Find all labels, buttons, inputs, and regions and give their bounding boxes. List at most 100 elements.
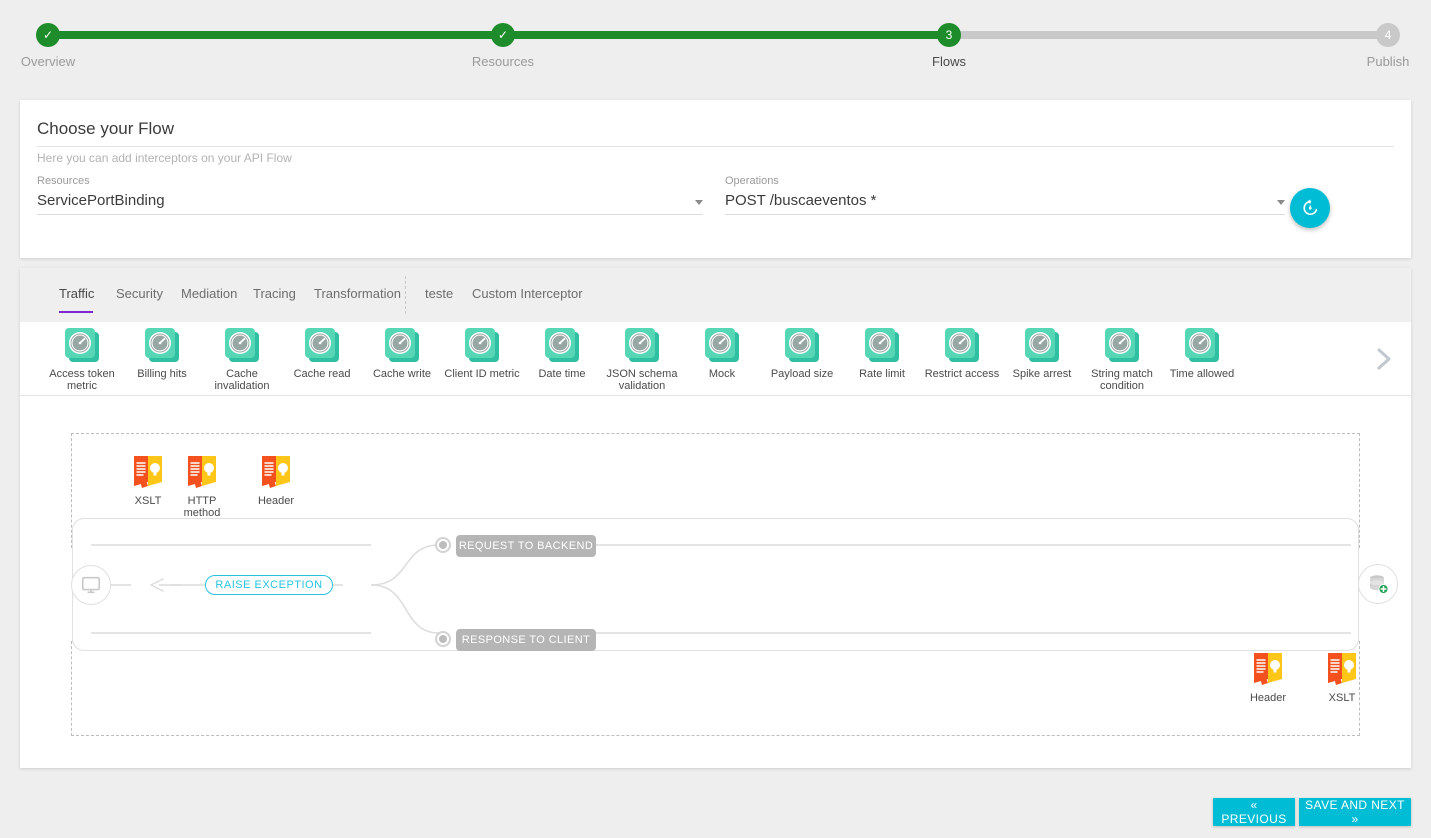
tab-mediation[interactable]: Mediation xyxy=(181,286,237,301)
tab-active-underline xyxy=(59,311,93,313)
gauge-icon xyxy=(145,328,179,362)
palette-item-label: Rate limit xyxy=(838,368,926,380)
interceptor-card: Traffic Security Mediation Tracing Trans… xyxy=(20,268,1411,768)
stepper-node-flows[interactable]: 3 xyxy=(937,23,961,47)
palette-item-label: Mock xyxy=(678,368,766,380)
palette-item-json-schema-validation[interactable]: JSON schema validation xyxy=(598,328,686,392)
palette-item-mock[interactable]: Mock xyxy=(678,328,766,380)
palette-item-label: Billing hits xyxy=(118,368,206,380)
palette-item-rate-limit[interactable]: Rate limit xyxy=(838,328,926,380)
stepper-label-overview: Overview xyxy=(0,54,128,69)
refresh-button[interactable] xyxy=(1290,188,1330,228)
gauge-icon xyxy=(1025,328,1059,362)
gauge-icon xyxy=(545,328,579,362)
resources-select-label: Resources xyxy=(37,175,703,187)
palette-item-access-token-metric[interactable]: Access token metric xyxy=(38,328,126,392)
palette-item-string-match-condition[interactable]: String match condition xyxy=(1078,328,1166,392)
backend-endpoint[interactable] xyxy=(1358,564,1398,604)
monitor-icon xyxy=(80,574,102,596)
tab-custom-interceptor[interactable]: Custom Interceptor xyxy=(472,286,583,301)
stepper-node-resources[interactable]: ✓ xyxy=(491,23,515,47)
gauge-icon xyxy=(65,328,99,362)
response-flow-marker[interactable] xyxy=(435,631,451,647)
canvas-node-http-method-request[interactable]: HTTP method xyxy=(170,454,234,519)
save-and-next-button[interactable]: SAVE AND NEXT » xyxy=(1299,798,1411,826)
palette-item-restrict-access[interactable]: Restrict access xyxy=(918,328,1006,380)
palette-item-label: JSON schema validation xyxy=(598,368,686,392)
document-bulb-icon xyxy=(1323,651,1361,685)
palette-item-date-time[interactable]: Date time xyxy=(518,328,606,380)
palette-item-cache-write[interactable]: Cache write xyxy=(358,328,446,380)
canvas-node-label: Header xyxy=(1236,692,1300,704)
page-title: Choose your Flow xyxy=(37,119,174,139)
stepper-node-publish[interactable]: 4 xyxy=(1376,23,1400,47)
resources-select[interactable]: Resources ServicePortBinding xyxy=(37,175,703,215)
stepper-label-publish: Publish xyxy=(1308,54,1431,69)
tab-teste[interactable]: teste xyxy=(425,286,453,301)
palette-item-payload-size[interactable]: Payload size xyxy=(758,328,846,380)
response-to-client-pill[interactable]: RESPONSE TO CLIENT xyxy=(456,629,596,651)
page-subtitle: Here you can add interceptors on your AP… xyxy=(37,151,292,165)
tab-traffic[interactable]: Traffic xyxy=(59,286,94,301)
previous-button[interactable]: « PREVIOUS xyxy=(1213,798,1295,826)
flow-canvas: XSLT HTTP xyxy=(71,433,1360,736)
document-bulb-icon xyxy=(257,454,295,488)
request-flow-marker[interactable] xyxy=(435,537,451,553)
palette-item-spike-arrest[interactable]: Spike arrest xyxy=(998,328,1086,380)
palette-item-label: Client ID metric xyxy=(438,368,526,380)
palette-item-label: Spike arrest xyxy=(998,368,1086,380)
raise-exception-pill[interactable]: RAISE EXCEPTION xyxy=(205,575,333,595)
canvas-node-xslt-response[interactable]: XSLT xyxy=(1310,651,1374,704)
stepper-node-overview[interactable]: ✓ xyxy=(36,23,60,47)
interceptor-tabs: Traffic Security Mediation Tracing Trans… xyxy=(20,268,1411,322)
palette-item-label: Access token metric xyxy=(38,368,126,392)
palette-item-time-allowed[interactable]: Time allowed xyxy=(1158,328,1246,380)
canvas-node-header-request[interactable]: Header xyxy=(244,454,308,507)
stepper-label-flows: Flows xyxy=(869,54,1029,69)
palette-item-label: Time allowed xyxy=(1158,368,1246,380)
document-bulb-icon xyxy=(183,454,221,488)
gauge-icon xyxy=(865,328,899,362)
tab-transformation[interactable]: Transformation xyxy=(314,286,401,301)
stepper-track-2 xyxy=(503,31,949,39)
gauge-icon xyxy=(785,328,819,362)
operations-select-label: Operations xyxy=(725,175,1285,187)
palette-item-client-id-metric[interactable]: Client ID metric xyxy=(438,328,526,380)
tab-security[interactable]: Security xyxy=(116,286,163,301)
canvas-node-label: Header xyxy=(244,495,308,507)
gauge-icon xyxy=(385,328,419,362)
tab-tracing[interactable]: Tracing xyxy=(253,286,296,301)
stepper-label-resources: Resources xyxy=(423,54,583,69)
gauge-icon xyxy=(1185,328,1219,362)
palette-item-billing-hits[interactable]: Billing hits xyxy=(118,328,206,380)
palette-next-button[interactable] xyxy=(1371,344,1397,374)
palette-item-cache-invalidation[interactable]: Cache invalidation xyxy=(198,328,286,392)
operations-select[interactable]: Operations POST /buscaeventos * xyxy=(725,175,1285,215)
resources-select-value: ServicePortBinding xyxy=(37,192,165,209)
document-bulb-icon xyxy=(1249,651,1287,685)
document-bulb-icon xyxy=(129,454,167,488)
palette-item-label: Cache write xyxy=(358,368,446,380)
client-endpoint[interactable] xyxy=(71,565,111,605)
chevron-down-icon xyxy=(1277,200,1285,205)
palette-item-label: Restrict access xyxy=(918,368,1006,380)
palette-item-label: Date time xyxy=(518,368,606,380)
wizard-stepper: ✓ ✓ 3 4 Overview Resources Flows Publish xyxy=(0,0,1431,88)
choose-flow-card: Choose your Flow Here you can add interc… xyxy=(20,100,1411,258)
gauge-icon xyxy=(465,328,499,362)
gauge-icon xyxy=(305,328,339,362)
palette-item-label: Cache invalidation xyxy=(198,368,286,392)
restore-history-icon xyxy=(1300,198,1320,218)
gauge-icon xyxy=(225,328,259,362)
gauge-icon xyxy=(625,328,659,362)
palette-item-label: String match condition xyxy=(1078,368,1166,392)
tab-group-divider xyxy=(405,276,406,314)
operations-select-value: POST /buscaeventos * xyxy=(725,192,876,209)
gauge-icon xyxy=(705,328,739,362)
palette-item-label: Payload size xyxy=(758,368,846,380)
stepper-track-1 xyxy=(48,31,503,39)
canvas-node-header-response[interactable]: Header xyxy=(1236,651,1300,704)
request-to-backend-pill[interactable]: REQUEST TO BACKEND xyxy=(456,535,596,557)
palette-item-cache-read[interactable]: Cache read xyxy=(278,328,366,380)
interceptor-palette: Access token metric Billing hits Cache i… xyxy=(20,322,1411,396)
